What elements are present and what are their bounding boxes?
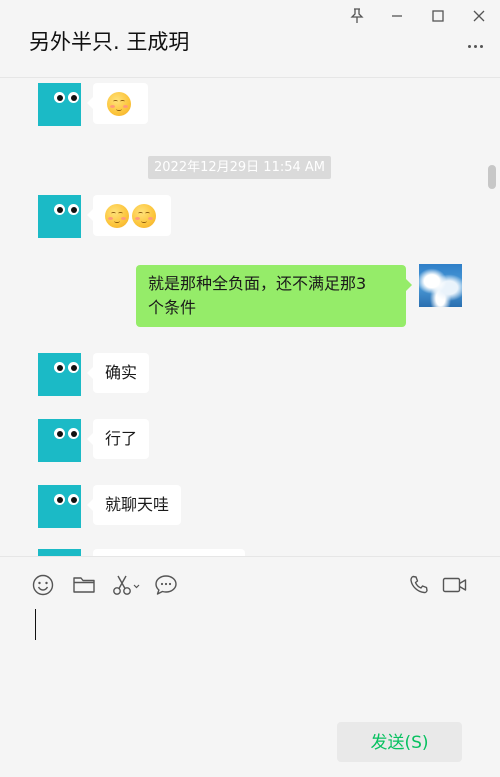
phone-icon[interactable] [407, 573, 431, 597]
message-text: 行了 [105, 429, 138, 448]
more-options-icon[interactable] [468, 40, 488, 52]
emoji-icon[interactable] [31, 573, 55, 597]
message-bubble-emoji[interactable] [87, 195, 171, 236]
message-bubble-received[interactable] [93, 549, 245, 556]
contact-avatar[interactable] [38, 83, 81, 126]
message-bubble-emoji[interactable] [87, 83, 148, 124]
message-text: 确实 [105, 363, 138, 382]
contact-avatar[interactable] [38, 419, 81, 462]
smiling-blush-emoji-icon [105, 203, 129, 228]
message-bubble-received[interactable]: 就聊天哇 [86, 485, 182, 525]
chat-bubble-icon[interactable] [154, 573, 178, 597]
message-bubble-received[interactable]: 确实 [86, 353, 150, 393]
chat-title: 另外半只. 王成玥 [29, 30, 190, 54]
my-avatar[interactable] [419, 264, 462, 307]
message-text-line: 就是那种全负面，还不满足那3 [148, 274, 367, 293]
chat-scrollbar[interactable] [488, 165, 496, 189]
scissors-icon[interactable] [112, 573, 142, 597]
chat-header: 另外半只. 王成玥 [0, 0, 500, 78]
message-input[interactable] [30, 605, 470, 705]
folder-icon[interactable] [72, 573, 96, 597]
send-button[interactable]: 发送(S) [337, 722, 462, 762]
message-text-line: 个条件 [148, 298, 197, 317]
message-bubble-received[interactable]: 行了 [86, 419, 150, 459]
message-bubble-sent[interactable]: 就是那种全负面，还不满足那3 个条件 [136, 265, 412, 327]
message-list[interactable]: 2022年12月29日 11:54 AM 就是那种全负面，还不满足那3 个条件 … [0, 78, 500, 556]
contact-avatar[interactable] [38, 195, 81, 238]
message-input-area: 发送(S) [0, 556, 500, 777]
contact-avatar[interactable] [38, 353, 81, 396]
close-icon[interactable] [469, 6, 489, 26]
minimize-icon[interactable] [387, 6, 407, 26]
message-text: 就聊天哇 [105, 495, 170, 514]
pin-icon[interactable] [347, 6, 367, 26]
smiling-blush-emoji-icon [107, 91, 131, 116]
maximize-icon[interactable] [428, 6, 448, 26]
video-call-icon[interactable] [442, 573, 468, 597]
message-timestamp: 2022年12月29日 11:54 AM [148, 156, 332, 179]
smiling-blush-emoji-icon [132, 203, 156, 228]
contact-avatar[interactable] [38, 485, 81, 528]
contact-avatar[interactable] [38, 549, 81, 556]
